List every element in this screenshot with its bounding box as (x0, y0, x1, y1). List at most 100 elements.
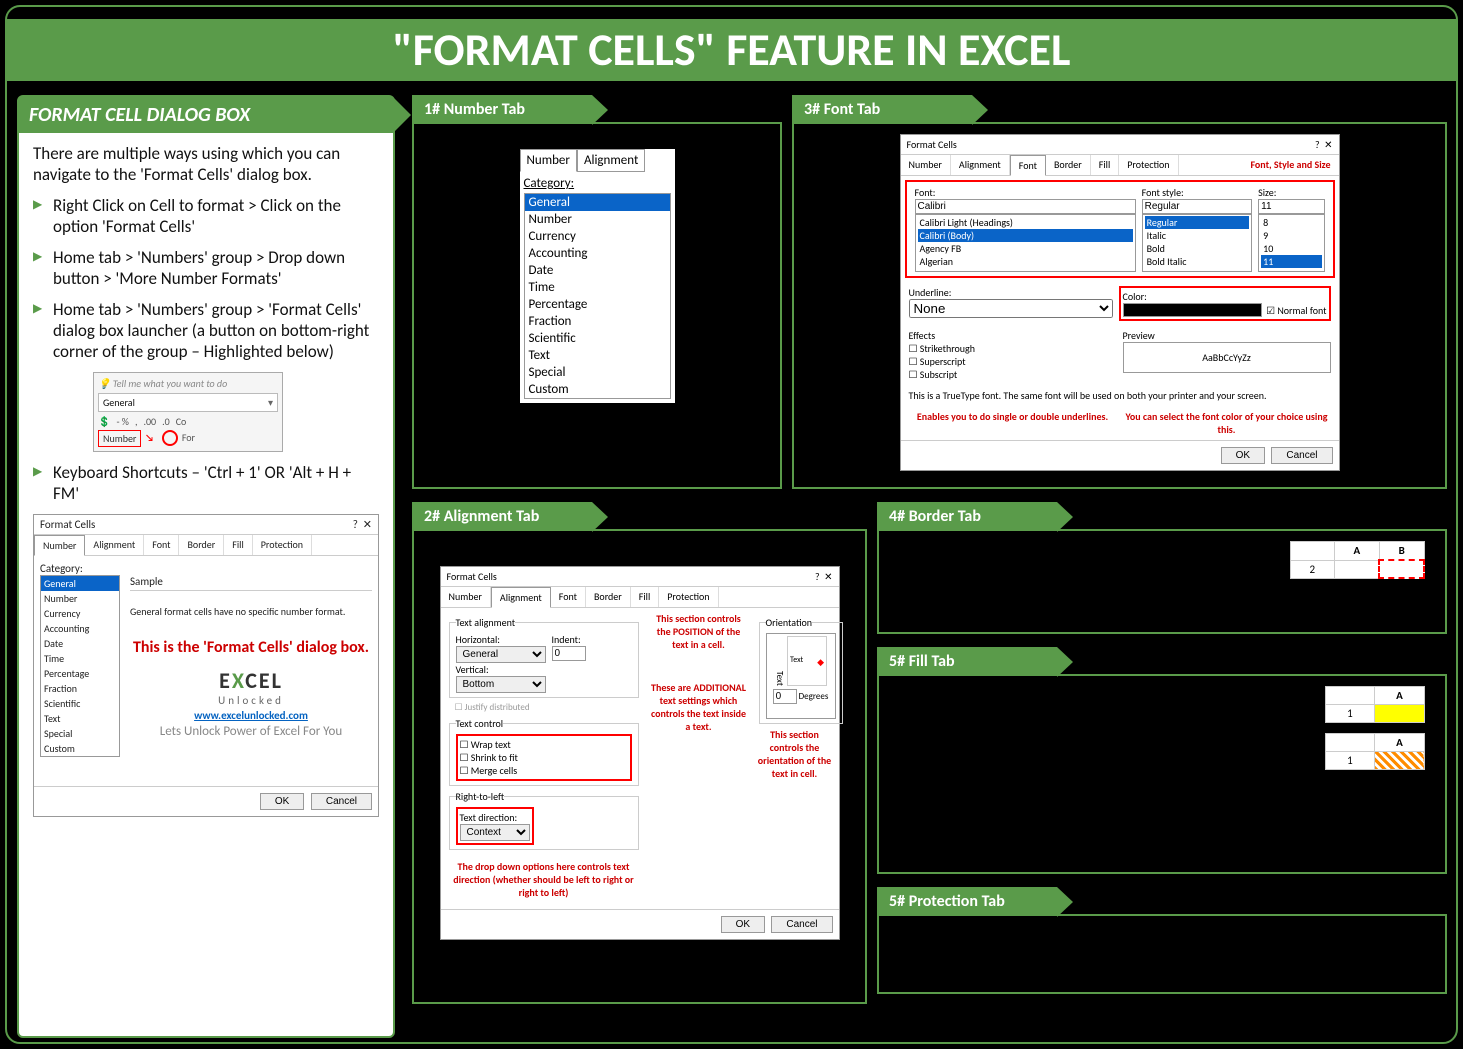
font-preview: AaBbCcYyZz (1123, 342, 1331, 373)
section-number-tab: 1# Number Tab Number Alignment Category:… (412, 95, 782, 489)
sidebar-header: FORMAT CELL DIALOG BOX (19, 97, 393, 133)
preview-label: Preview (1123, 329, 1331, 342)
horizontal-select: General (456, 646, 546, 663)
textdir-annotation: The drop down options here controls text… (445, 854, 643, 905)
merge-checkbox: ☐ Merge cells (460, 764, 628, 777)
general-note: General format cells have no specific nu… (130, 605, 372, 618)
currency-icon: 💲 (98, 415, 110, 428)
font-header-note: Font, Style and Size (1242, 155, 1338, 175)
brand-tagline: Lets Unlock Power of Excel For You (130, 724, 372, 739)
section-protection-tab: 5# Protection Tab (877, 887, 1447, 994)
orientation-widget: Text Text ◆ Degrees (766, 633, 836, 719)
help-icon: ? (815, 570, 820, 583)
fill-preview-yellow: A 1 (1325, 686, 1425, 723)
tab-font: Font (144, 535, 179, 555)
alignment-dialog-preview: Format Cells ? ✕ Number Alignment Font B… (440, 566, 840, 940)
section-header-3: 3# Font Tab (792, 95, 972, 124)
section-fill-tab: 5# Fill Tab A 1 A 1 (877, 647, 1447, 874)
truetype-note: This is a TrueType font. The same font w… (901, 385, 1339, 406)
indent-input (552, 646, 586, 661)
orientation-legend: Orientation (766, 616, 813, 629)
sidebar-body: There are multiple ways using which you … (19, 133, 393, 827)
tab-fill: Fill (224, 535, 252, 555)
help-icon: ? (353, 518, 358, 531)
bullet-3: Home tab > 'Numbers' group > 'Format Cel… (33, 299, 379, 362)
superscript-checkbox: ☐ Superscript (909, 355, 1117, 368)
brand-logo: EXCEL (130, 667, 372, 694)
category-label: Category: (40, 562, 372, 575)
color-annotation: You can select the font color of your ch… (1123, 410, 1331, 436)
category-list-small: General Number Currency Accounting Date … (524, 193, 671, 399)
bullet-1: Right Click on Cell to format > Click on… (33, 195, 379, 237)
size-label: Size: (1258, 186, 1324, 199)
close-icon: ✕ (1324, 138, 1332, 151)
underline-select: None (909, 299, 1113, 318)
style-input (1142, 199, 1253, 214)
ribbon-screenshot: 💡 Tell me what you want to do General 💲 … (93, 372, 283, 452)
page: "FORMAT CELLS" FEATURE IN EXCEL FORMAT C… (5, 5, 1458, 1044)
ok-button[interactable]: OK (1221, 447, 1265, 464)
font-input (915, 199, 1136, 214)
ok-button[interactable]: OK (721, 916, 765, 933)
number-group-label: Number (98, 430, 141, 447)
ok-button[interactable]: OK (260, 793, 304, 810)
dialog-launcher-icon (162, 430, 178, 446)
cancel-button[interactable]: Cancel (311, 793, 372, 810)
text-alignment-legend: Text alignment (456, 616, 516, 629)
section-header-4: 4# Border Tab (877, 502, 1057, 531)
font-dialog-preview: Format Cells ? ✕ Number Alignment Font B… (900, 134, 1340, 471)
sample-label: Sample (130, 575, 372, 591)
tab-number: Number (34, 535, 85, 556)
size-input (1258, 199, 1324, 214)
style-listbox: Regular Italic Bold Bold Italic (1142, 214, 1253, 272)
section-header-5: 5# Fill Tab (877, 647, 1057, 676)
close-icon: ✕ (363, 518, 372, 531)
color-swatch (1123, 303, 1263, 317)
cancel-button[interactable]: Cancel (1271, 447, 1332, 464)
number-tab-preview: Number Alignment Category: General Numbe… (520, 149, 675, 403)
sidebar: FORMAT CELL DIALOG BOX There are multipl… (17, 95, 395, 1038)
additional-annotation: These are ADDITIONAL text settings which… (649, 681, 749, 733)
red-annotation: This is the 'Format Cells' dialog box. (130, 638, 372, 657)
tab-number-small: Number (520, 149, 577, 172)
section-alignment-tab: 2# Alignment Tab Format Cells ? ✕ Number… (412, 502, 867, 1004)
dialog-tabs: Number Alignment Font Border Fill Protec… (34, 535, 378, 556)
category-list: General Number Currency Accounting Date … (40, 575, 120, 757)
font-dlg-title: Format Cells (907, 138, 957, 151)
normal-font-checkbox: ☑ Normal font (1266, 304, 1326, 317)
section-font-tab: 3# Font Tab Format Cells ? ✕ Number Alig… (792, 95, 1447, 489)
subscript-checkbox: ☐ Subscript (909, 368, 1117, 381)
underline-label: Underline: (909, 286, 1113, 299)
font-label: Font: (915, 186, 1136, 199)
section-header-2: 2# Alignment Tab (412, 502, 592, 531)
brand-url[interactable]: www.excelunlocked.com (130, 709, 372, 722)
bullet-4: Keyboard Shortcuts – 'Ctrl + 1' OR 'Alt … (33, 462, 379, 504)
tab-alignment-small: Alignment (577, 149, 645, 172)
main-title: "FORMAT CELLS" FEATURE IN EXCEL (7, 19, 1456, 81)
textdir-select: Context (460, 824, 530, 841)
shrink-checkbox: ☐ Shrink to fit (460, 751, 628, 764)
red-arrow-icon: ↘ (145, 431, 153, 444)
number-format-dropdown: General (98, 393, 278, 412)
align-dlg-title: Format Cells (447, 570, 497, 583)
style-label: Font style: (1142, 186, 1253, 199)
border-preview: AB 2 (1290, 541, 1425, 579)
strikethrough-checkbox: ☐ Strikethrough (909, 342, 1117, 355)
tab-protection: Protection (253, 535, 312, 555)
category-label-small: Category: (524, 176, 671, 191)
brand-sub: Unlocked (130, 694, 372, 707)
tab-border: Border (179, 535, 224, 555)
cancel-button[interactable]: Cancel (771, 916, 832, 933)
wrap-checkbox: ☐ Wrap text (460, 738, 628, 751)
color-label: Color: (1123, 290, 1327, 303)
degrees-input (773, 689, 797, 704)
text-control-legend: Text control (456, 717, 504, 730)
tell-me-text: 💡 Tell me what you want to do (98, 377, 278, 390)
tab-alignment: Alignment (85, 535, 144, 555)
rtl-legend: Right-to-left (456, 790, 505, 803)
font-listbox: Calibri Light (Headings) Calibri (Body) … (915, 214, 1136, 272)
close-icon: ✕ (824, 570, 832, 583)
section-header-1: 1# Number Tab (412, 95, 592, 124)
effects-label: Effects (909, 329, 1117, 342)
position-annotation: This section controls the POSITION of th… (649, 612, 749, 651)
